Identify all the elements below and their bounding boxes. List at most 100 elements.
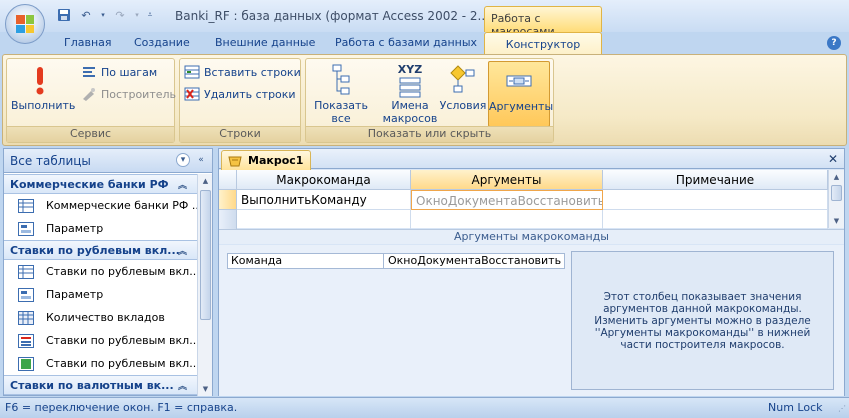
args-panel: Команда ОкноДокументаВосстановить Этот с… — [219, 245, 844, 396]
nav-item[interactable]: Коммерческие банки РФ ... — [4, 194, 197, 217]
window-title: Banki_RF : база данных (формат Access 20… — [175, 9, 504, 23]
ribbon: Выполнить По шагам Построитель Сервис Вс… — [2, 54, 847, 146]
table-icon — [18, 198, 34, 213]
show-all-actions-label-1: Показать — [314, 99, 368, 112]
comment-cell-empty[interactable] — [603, 210, 828, 230]
builder-button[interactable]: Построитель — [81, 87, 176, 101]
action-cell-empty[interactable] — [237, 210, 411, 230]
arguments-cell[interactable]: ОкноДокументаВосстановить — [411, 190, 603, 210]
scroll-thumb[interactable] — [831, 185, 842, 201]
document-tab-label: Макрос1 — [248, 154, 304, 167]
nav-item[interactable]: Параметр — [4, 217, 197, 240]
macro-names-label-2: макросов — [382, 112, 438, 125]
office-button[interactable] — [5, 4, 45, 44]
tab-database-tools[interactable]: Работа с базами данных — [335, 36, 477, 49]
form-icon — [18, 333, 34, 348]
query-icon — [18, 310, 34, 325]
nav-group-title: Ставки по валютным вк... — [10, 378, 174, 392]
nav-item-label: Параметр — [46, 222, 104, 235]
undo-icon[interactable]: ↶ — [77, 6, 95, 24]
builder-icon — [83, 88, 95, 101]
conditions-label: Условия — [439, 99, 487, 112]
conditions-button[interactable]: Условия — [438, 61, 488, 112]
customize-qat-icon[interactable]: ⩡ — [145, 6, 155, 24]
step-label: По шагам — [101, 65, 158, 79]
resize-grip-icon[interactable]: ⋰ — [838, 404, 846, 413]
macro-names-icon: XYZ — [376, 61, 444, 99]
run-icon — [11, 61, 69, 99]
undo-dropdown-icon[interactable]: ▾ — [99, 6, 107, 24]
scroll-up-icon[interactable]: ▲ — [829, 170, 844, 184]
help-icon[interactable]: ? — [827, 36, 841, 50]
table-icon — [18, 264, 34, 279]
action-cell[interactable]: ВыполнитьКоманду — [237, 190, 411, 210]
nav-scrollbar[interactable]: ▲ ▼ — [197, 174, 212, 396]
document-tab[interactable]: Макрос1 — [221, 150, 311, 170]
column-header-comment[interactable]: Примечание — [603, 170, 828, 190]
tab-home[interactable]: Главная — [64, 36, 112, 49]
office-logo-icon — [16, 15, 34, 33]
tab-design[interactable]: Конструктор — [484, 32, 602, 55]
nav-item-label: Коммерческие банки РФ ... — [46, 199, 197, 212]
insert-rows-icon — [184, 65, 200, 79]
context-tab-title: Работа с макросами — [484, 6, 602, 38]
document-tab-bar: Макрос1 ✕ — [219, 149, 844, 170]
nav-group-title: Ставки по рублевым вкл... — [10, 243, 180, 257]
help-text: Этот столбец показывает значения аргумен… — [594, 290, 811, 351]
insert-rows-button[interactable]: Вставить строки — [184, 65, 301, 79]
nav-item[interactable]: Ставки по рублевым вкл... — [4, 329, 197, 352]
nav-collapse-icon[interactable]: « — [194, 153, 208, 167]
column-header-arguments[interactable]: Аргументы — [411, 170, 603, 190]
group-rows-label: Строки — [180, 126, 300, 142]
xyz-text: XYZ — [397, 62, 423, 76]
argument-row[interactable]: Команда ОкноДокументаВосстановить — [227, 253, 565, 269]
builder-label: Построитель — [101, 87, 177, 101]
nav-header-title: Все таблицы — [10, 153, 91, 168]
step-icon — [83, 67, 95, 77]
ribbon-tabs: Главная Создание Внешние данные Работа с… — [0, 32, 849, 55]
nav-item[interactable]: Ставки по рублевым вкл... — [4, 352, 197, 375]
nav-item[interactable]: Количество вкладов — [4, 306, 197, 329]
scroll-up-icon[interactable]: ▲ — [198, 174, 213, 188]
comment-cell[interactable] — [603, 190, 828, 210]
arguments-label: Аргументы — [489, 100, 554, 113]
nav-item-label: Количество вкладов — [46, 311, 165, 324]
nav-item[interactable]: Параметр — [4, 283, 197, 306]
nav-header[interactable]: Все таблицы ▾ « — [4, 149, 212, 173]
nav-group-currency-rates[interactable]: Ставки по валютным вк... ︽ — [4, 375, 197, 395]
close-icon[interactable]: ✕ — [828, 152, 838, 166]
column-header-action[interactable]: Макрокоманда — [237, 170, 411, 190]
title-bar: ↶ ▾ ↷ ▾ ⩡ Banki_RF : база данных (формат… — [0, 0, 849, 38]
row-selector[interactable] — [219, 190, 237, 210]
tab-create[interactable]: Создание — [134, 36, 190, 49]
scroll-down-icon[interactable]: ▼ — [198, 382, 213, 396]
nav-group-title: Коммерческие банки РФ — [10, 177, 169, 191]
help-text-box: Этот столбец показывает значения аргумен… — [571, 251, 834, 390]
nav-item[interactable]: Ставки по рублевым вкл... — [4, 260, 197, 283]
redo-dropdown-icon[interactable]: ▾ — [133, 6, 141, 24]
nav-list: Коммерческие банки РФ ︽ Коммерческие бан… — [4, 174, 197, 396]
nav-menu-dropdown-icon[interactable]: ▾ — [176, 153, 190, 167]
form-icon — [18, 287, 34, 302]
argument-value-field[interactable]: ОкноДокументаВосстановить — [385, 254, 565, 268]
argument-label: Команда — [228, 254, 384, 268]
scroll-thumb[interactable] — [200, 190, 211, 320]
arguments-button[interactable]: Аргументы — [488, 61, 554, 127]
scroll-down-icon[interactable]: ▼ — [829, 214, 844, 228]
redo-icon[interactable]: ↷ — [111, 6, 129, 24]
step-button[interactable]: По шагам — [81, 65, 157, 79]
group-show-hide: Показать все действия XYZ Имена макросов… — [305, 58, 554, 143]
macro-icon — [228, 156, 242, 166]
macro-names-button[interactable]: XYZ Имена макросов — [376, 61, 444, 126]
chevron-up-icon: ︽ — [177, 247, 187, 257]
save-icon[interactable] — [55, 6, 73, 24]
grid-scrollbar[interactable]: ▲ ▼ — [828, 170, 844, 228]
macro-names-label-1: Имена — [391, 99, 429, 112]
delete-rows-button[interactable]: Удалить строки — [184, 87, 296, 101]
nav-group-ruble-rates[interactable]: Ставки по рублевым вкл... ︽ — [4, 240, 197, 260]
arguments-cell-empty[interactable] — [411, 210, 603, 230]
run-button[interactable]: Выполнить — [11, 61, 75, 112]
row-selector[interactable] — [219, 210, 237, 230]
tab-external-data[interactable]: Внешние данные — [215, 36, 315, 49]
nav-group-commercial-banks[interactable]: Коммерческие банки РФ ︽ — [4, 174, 197, 194]
